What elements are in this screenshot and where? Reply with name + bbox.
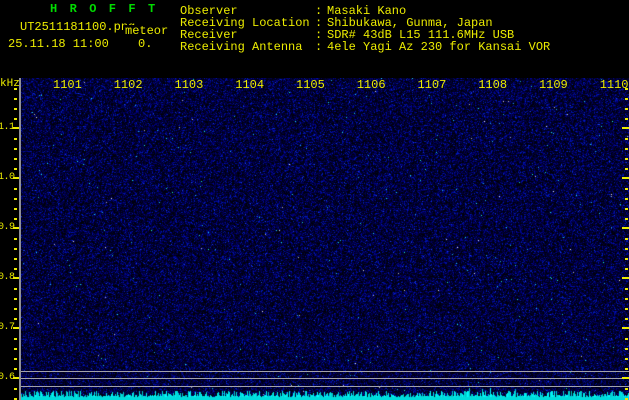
freq-minor-tick-left bbox=[14, 238, 17, 240]
freq-minor-tick-left bbox=[14, 118, 17, 120]
freq-major-tick-right bbox=[622, 227, 629, 229]
freq-minor-tick-right bbox=[625, 158, 628, 160]
time-tick-label: 1102 bbox=[113, 78, 143, 92]
freq-tick-label: 0.7 bbox=[0, 322, 15, 333]
freq-major-tick-right bbox=[622, 177, 629, 179]
info-row-receiving-antenna: Receiving Antenna:4ele Yagi Az 230 for K… bbox=[180, 41, 628, 53]
freq-minor-tick-right bbox=[625, 348, 628, 350]
freq-major-tick-right bbox=[622, 277, 629, 279]
freq-minor-tick-right bbox=[625, 98, 628, 100]
freq-tick-label: 1.1 bbox=[0, 122, 15, 133]
freq-minor-tick-left bbox=[14, 308, 17, 310]
freq-minor-tick-right bbox=[625, 308, 628, 310]
plot-left-border-line bbox=[19, 78, 21, 400]
time-tick-label: 1110 bbox=[599, 78, 629, 92]
time-tick-label: 1106 bbox=[356, 78, 386, 92]
freq-minor-tick-right bbox=[625, 268, 628, 270]
freq-minor-tick-left bbox=[14, 108, 17, 110]
freq-tick-label: 1.0 bbox=[0, 172, 15, 183]
freq-minor-tick-left bbox=[14, 388, 17, 390]
freq-minor-tick-left bbox=[14, 358, 17, 360]
mode-label: meteor bbox=[125, 24, 170, 38]
time-tick-label: 1101 bbox=[53, 78, 82, 92]
freq-minor-tick-right bbox=[625, 198, 628, 200]
freq-minor-tick-left bbox=[14, 368, 17, 370]
freq-minor-tick-right bbox=[625, 258, 628, 260]
freq-minor-tick-left bbox=[14, 168, 17, 170]
info-separator: : bbox=[315, 40, 323, 54]
time-tick-label: 1104 bbox=[235, 78, 265, 92]
freq-major-tick-right bbox=[622, 127, 629, 129]
freq-minor-tick-left bbox=[14, 208, 17, 210]
time-tick-label: 1108 bbox=[478, 78, 508, 92]
spectrogram-noise-canvas bbox=[21, 78, 629, 400]
info-value: 4ele Yagi Az 230 for Kansai VOR bbox=[327, 40, 551, 54]
freq-minor-tick-right bbox=[625, 388, 628, 390]
freq-minor-tick-left bbox=[14, 338, 17, 340]
freq-minor-tick-left bbox=[14, 318, 17, 320]
freq-minor-tick-left bbox=[14, 398, 17, 400]
freq-tick-label: 0.8 bbox=[0, 272, 15, 283]
freq-minor-tick-left bbox=[14, 258, 17, 260]
y-axis-unit-label: kHz bbox=[0, 78, 20, 90]
freq-minor-tick-left bbox=[14, 288, 17, 290]
freq-tick-label: 0.9 bbox=[0, 222, 15, 233]
freq-minor-tick-right bbox=[625, 118, 628, 120]
time-tick-label: 1105 bbox=[296, 78, 325, 92]
reference-line bbox=[21, 386, 629, 387]
freq-minor-tick-right bbox=[625, 298, 628, 300]
freq-minor-tick-left bbox=[14, 198, 17, 200]
time-tick-label: 1109 bbox=[538, 78, 568, 92]
freq-minor-tick-right bbox=[625, 138, 628, 140]
freq-minor-tick-right bbox=[625, 168, 628, 170]
info-label: Receiving Antenna bbox=[180, 40, 303, 54]
freq-minor-tick-right bbox=[625, 148, 628, 150]
freq-minor-tick-left bbox=[14, 148, 17, 150]
freq-minor-tick-right bbox=[625, 358, 628, 360]
freq-tick-label: 0.6 bbox=[0, 372, 15, 383]
freq-minor-tick-right bbox=[625, 108, 628, 110]
freq-minor-tick-left bbox=[14, 248, 17, 250]
reference-line bbox=[21, 378, 629, 379]
echo-count: 0. bbox=[138, 37, 153, 51]
freq-minor-tick-left bbox=[14, 138, 17, 140]
freq-minor-tick-right bbox=[625, 208, 628, 210]
time-tick-label: 1107 bbox=[417, 78, 447, 92]
freq-minor-tick-right bbox=[625, 318, 628, 320]
freq-minor-tick-left bbox=[14, 268, 17, 270]
hrofft-screen: H R O F F T UT2511181100.png meteor 25.1… bbox=[0, 0, 629, 400]
freq-minor-tick-right bbox=[625, 338, 628, 340]
reference-line bbox=[21, 371, 629, 372]
freq-minor-tick-right bbox=[625, 368, 628, 370]
freq-minor-tick-right bbox=[625, 398, 628, 400]
freq-minor-tick-right bbox=[625, 248, 628, 250]
freq-minor-tick-left bbox=[14, 298, 17, 300]
freq-minor-tick-right bbox=[625, 238, 628, 240]
freq-minor-tick-right bbox=[625, 188, 628, 190]
freq-minor-tick-left bbox=[14, 188, 17, 190]
app-title: H R O F F T bbox=[50, 2, 158, 16]
freq-minor-tick-left bbox=[14, 98, 17, 100]
freq-minor-tick-right bbox=[625, 218, 628, 220]
freq-minor-tick-left bbox=[14, 158, 17, 160]
datetime-label: 25.11.18 11:00 bbox=[8, 37, 109, 51]
time-tick-label: 1103 bbox=[174, 78, 204, 92]
freq-major-tick-right bbox=[622, 327, 629, 329]
freq-minor-tick-left bbox=[14, 348, 17, 350]
freq-major-tick-right bbox=[622, 377, 629, 379]
spectrogram-filename: UT2511181100.png bbox=[20, 20, 136, 34]
freq-minor-tick-right bbox=[625, 288, 628, 290]
freq-minor-tick-left bbox=[14, 218, 17, 220]
